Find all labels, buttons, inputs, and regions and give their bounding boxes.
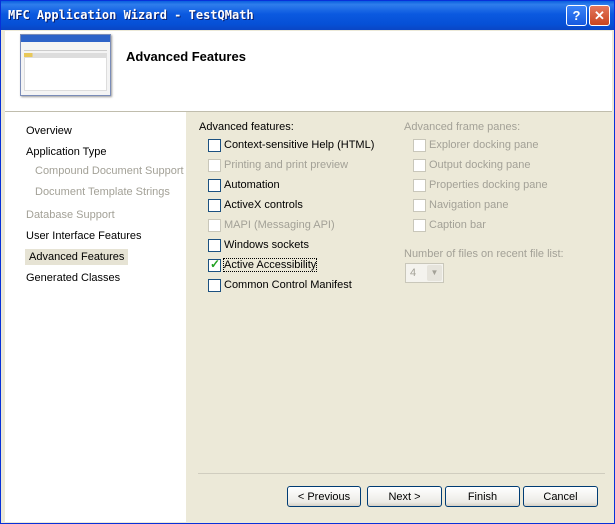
title-bar[interactable]: MFC Application Wizard - TestQMath ? ✕ — [1, 1, 614, 30]
help-button[interactable]: ? — [566, 5, 587, 26]
sidebar-item-generated-classes[interactable]: Generated Classes — [26, 272, 120, 284]
sidebar: Overview Application Type Compound Docum… — [5, 112, 186, 522]
output-docking-pane-label: Output docking pane — [429, 159, 531, 171]
window-title: MFC Application Wizard - TestQMath — [8, 8, 254, 22]
content-panel: Advanced features: Context-sensitive Hel… — [186, 112, 611, 522]
recent-files-label: Number of files on recent file list: — [404, 248, 564, 260]
sidebar-item-document-template-strings: Document Template Strings — [35, 186, 170, 198]
recent-files-combobox: 4 ▼ — [405, 263, 444, 283]
sidebar-item-user-interface-features[interactable]: User Interface Features — [26, 230, 142, 242]
automation-label[interactable]: Automation — [224, 179, 280, 191]
explorer-docking-pane-checkbox — [413, 139, 426, 152]
navigation-pane-label: Navigation pane — [429, 199, 509, 211]
advanced-features-heading: Advanced features: — [199, 121, 294, 133]
caption-bar-label: Caption bar — [429, 219, 486, 231]
activex-controls-checkbox[interactable] — [208, 199, 221, 212]
chevron-down-icon: ▼ — [427, 265, 442, 281]
previous-button[interactable]: < Previous — [287, 486, 361, 507]
mapi-label: MAPI (Messaging API) — [224, 219, 335, 231]
navigation-pane-checkbox — [413, 199, 426, 212]
common-control-manifest-checkbox[interactable] — [208, 279, 221, 292]
finish-button[interactable]: Finish — [445, 486, 520, 507]
sidebar-item-advanced-features[interactable]: Advanced Features — [25, 249, 129, 265]
properties-docking-pane-checkbox — [413, 179, 426, 192]
output-docking-pane-checkbox — [413, 159, 426, 172]
wizard-window: MFC Application Wizard - TestQMath ? ✕ A… — [0, 0, 615, 524]
mapi-checkbox — [208, 219, 221, 232]
app-preview-icon — [20, 34, 111, 96]
active-accessibility-checkbox[interactable] — [208, 257, 221, 272]
printing-label: Printing and print preview — [224, 159, 349, 171]
explorer-docking-pane-label: Explorer docking pane — [429, 139, 539, 151]
common-control-manifest-label[interactable]: Common Control Manifest — [224, 279, 352, 291]
close-button[interactable]: ✕ — [589, 5, 610, 26]
printing-checkbox — [208, 159, 221, 172]
context-help-label[interactable]: Context-sensitive Help (HTML) — [224, 139, 374, 151]
activex-controls-label[interactable]: ActiveX controls — [224, 199, 303, 211]
properties-docking-pane-label: Properties docking pane — [429, 179, 548, 191]
sidebar-item-compound-document-support: Compound Document Support — [35, 165, 184, 177]
next-button[interactable]: Next > — [367, 486, 442, 507]
sidebar-item-database-support: Database Support — [26, 209, 115, 221]
frame-panes-heading: Advanced frame panes: — [404, 121, 521, 133]
context-help-checkbox[interactable] — [208, 139, 221, 152]
divider — [198, 473, 605, 474]
recent-files-value: 4 — [410, 267, 417, 279]
cancel-button[interactable]: Cancel — [523, 486, 598, 507]
page-title: Advanced Features — [126, 49, 246, 64]
sidebar-item-application-type[interactable]: Application Type — [26, 146, 107, 158]
sidebar-item-overview[interactable]: Overview — [26, 125, 72, 137]
caption-bar-checkbox — [413, 219, 426, 232]
windows-sockets-checkbox[interactable] — [208, 239, 221, 252]
active-accessibility-label[interactable]: Active Accessibility — [222, 258, 318, 272]
automation-checkbox[interactable] — [208, 179, 221, 192]
header-banner: Advanced Features — [5, 31, 612, 112]
windows-sockets-label[interactable]: Windows sockets — [224, 239, 309, 251]
